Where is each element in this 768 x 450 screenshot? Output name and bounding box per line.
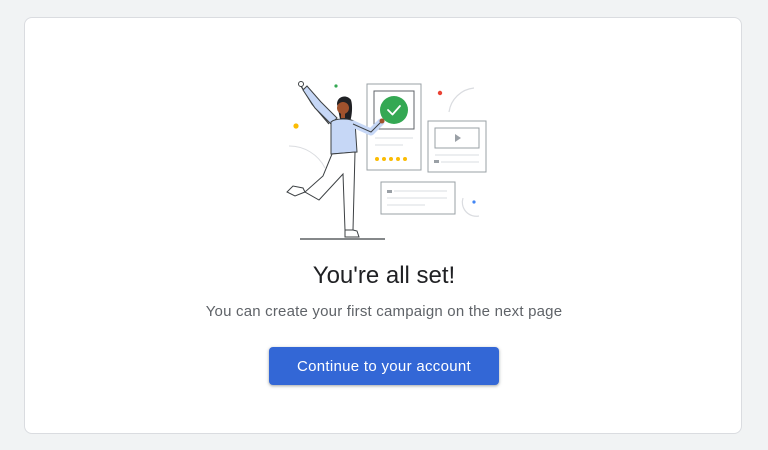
continue-button[interactable]: Continue to your account — [269, 347, 499, 385]
celebration-illustration — [286, 81, 487, 240]
arc-bottom — [461, 197, 480, 217]
setup-complete-card: You're all set! You can create your firs… — [24, 17, 742, 434]
blue-dot — [472, 200, 476, 204]
check-icon — [380, 96, 408, 124]
yellow-dot — [293, 123, 299, 129]
arc-top — [448, 87, 475, 113]
red-dot — [437, 90, 443, 96]
arc-left — [288, 145, 326, 169]
page-title: You're all set! — [312, 262, 456, 289]
green-dot — [334, 84, 338, 88]
page-subtitle: You can create your first campaign on th… — [205, 303, 563, 320]
